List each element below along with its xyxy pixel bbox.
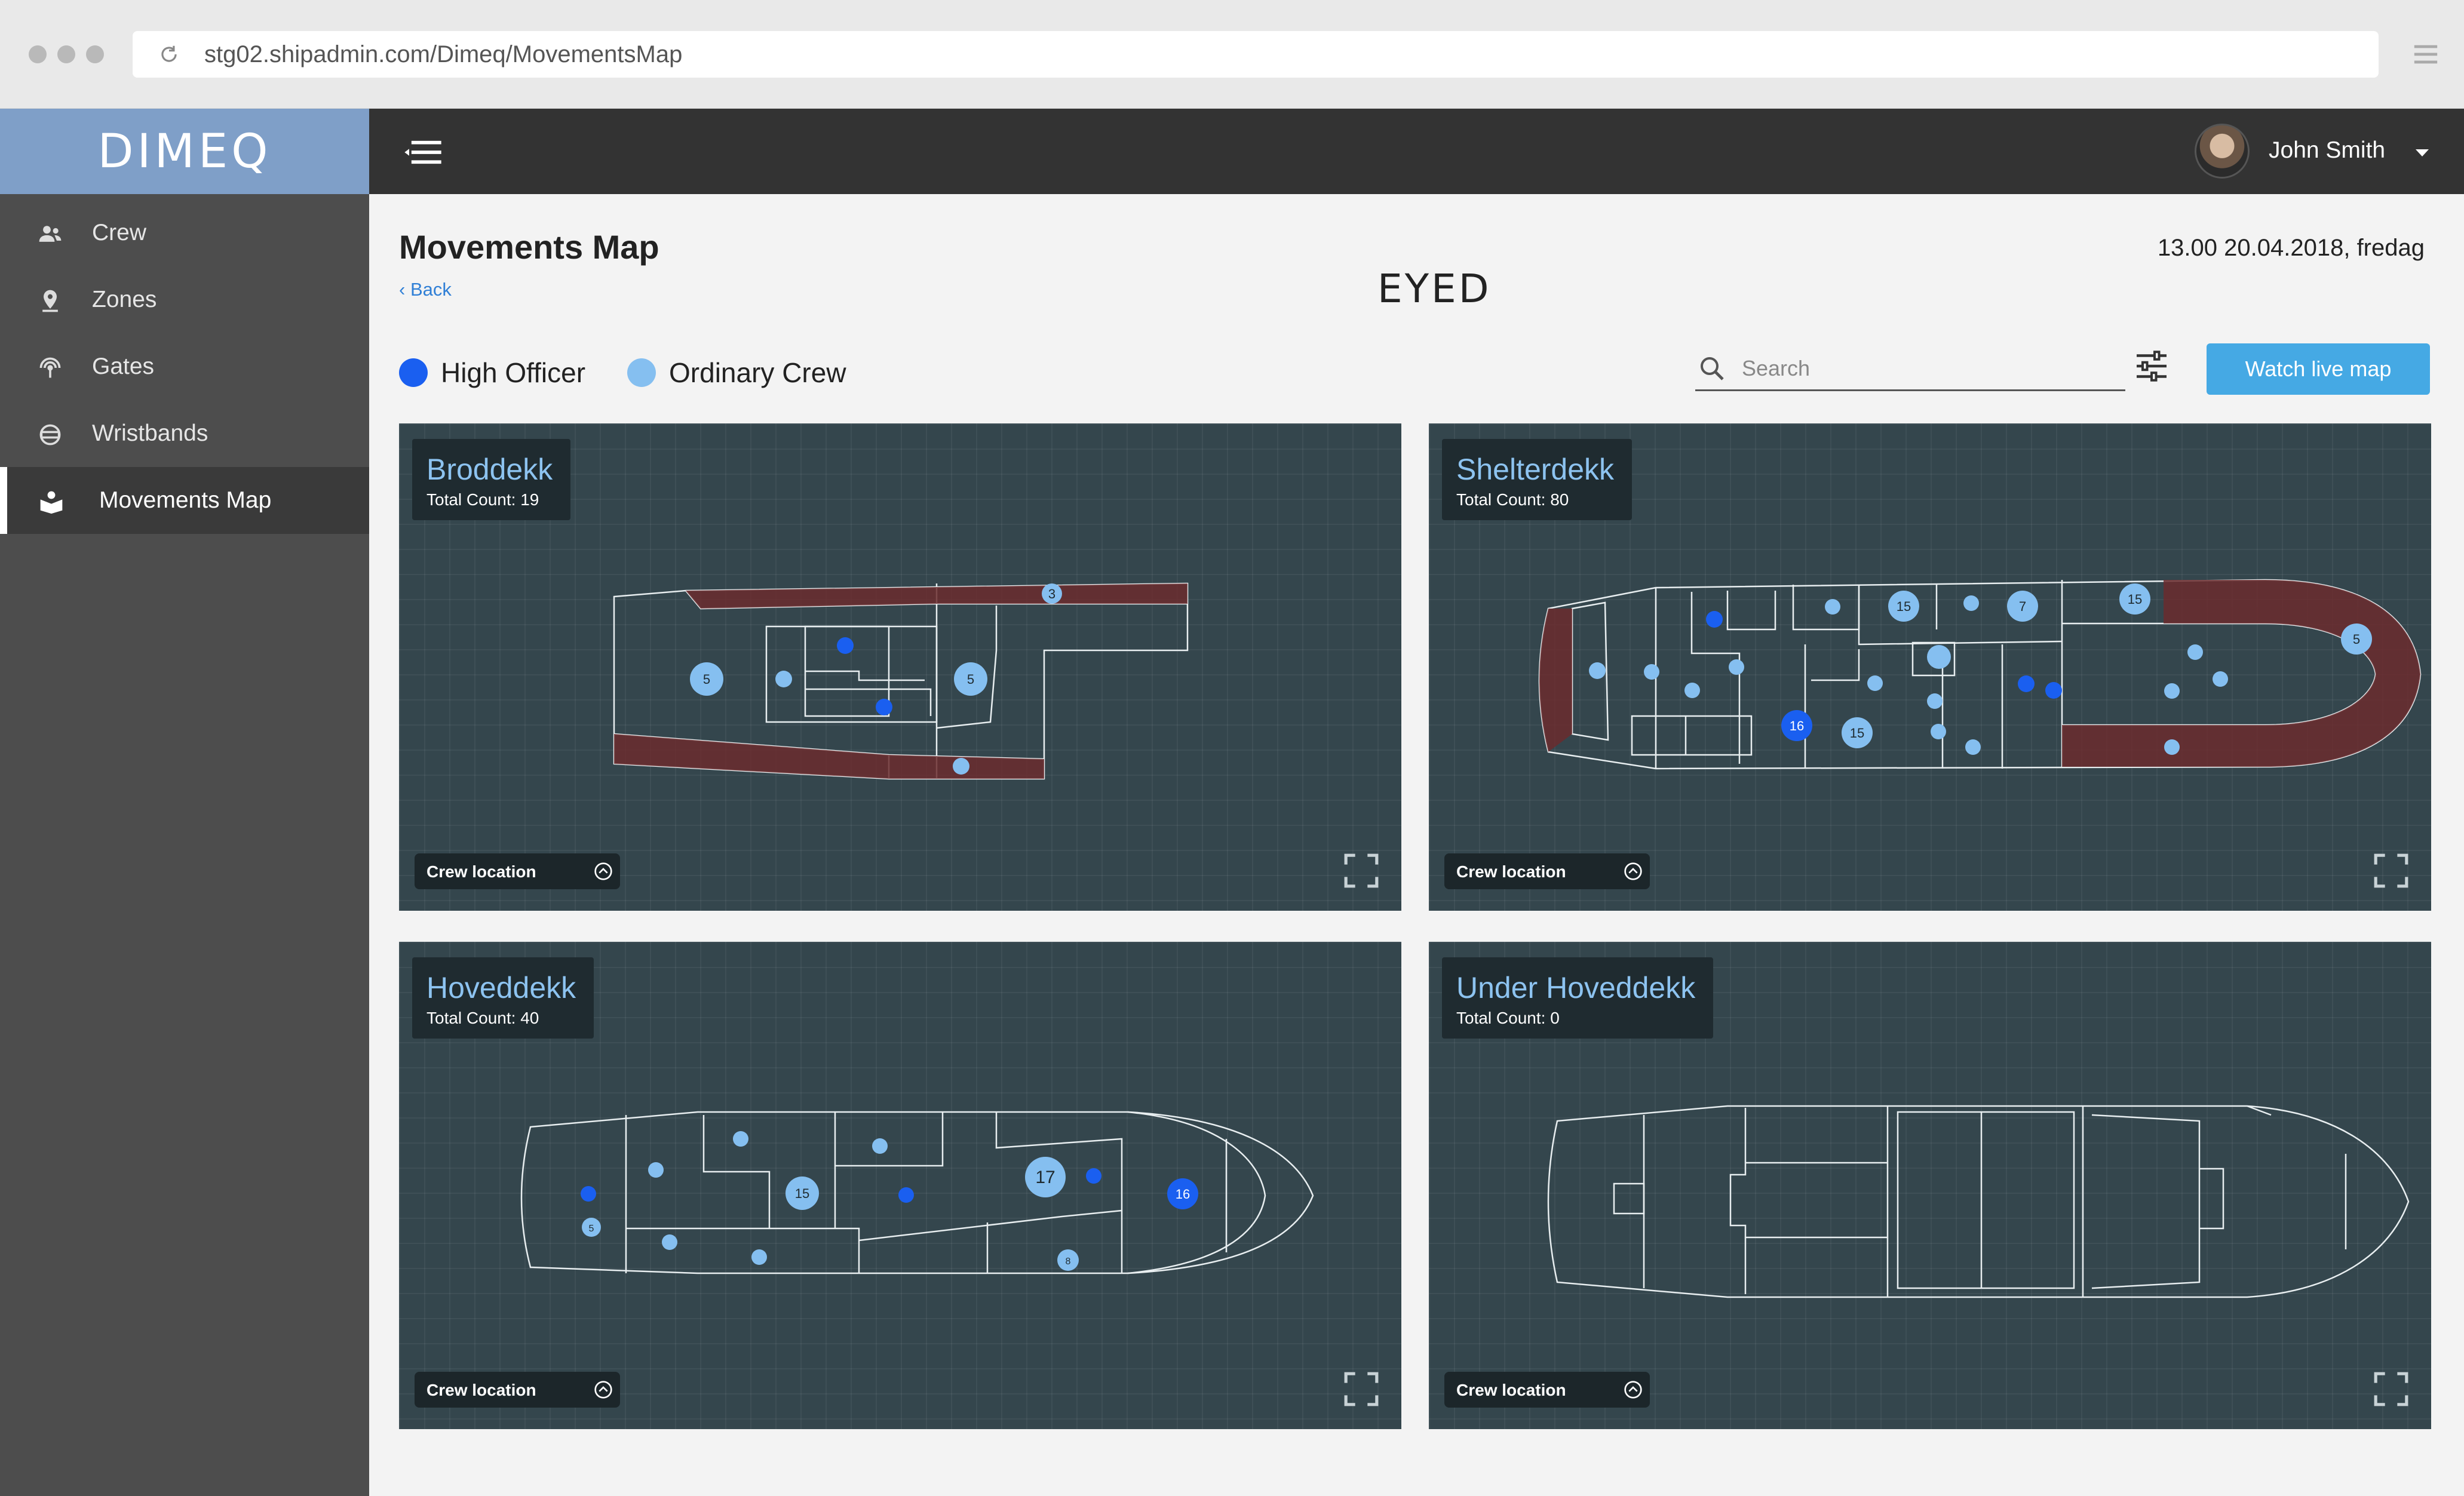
legend: High Officer Ordinary Crew (399, 357, 888, 389)
marker-count: 15 (2128, 592, 2142, 607)
deck-header: Broddekk Total Count: 19 (412, 439, 571, 520)
logo-text: EYED (1377, 266, 1492, 312)
signal-icon (39, 357, 61, 378)
deck-name: Broddekk (426, 453, 553, 486)
chevron-down-icon[interactable] (2416, 149, 2429, 156)
marker-count: 5 (967, 672, 974, 687)
reload-icon[interactable] (158, 43, 180, 66)
expand-icon[interactable] (2373, 852, 2410, 889)
window-close-dot[interactable] (29, 45, 47, 63)
deck-panel-hoveddekk[interactable]: 15 17 16 5 8 Hoveddekk Total Count: 40 C… (399, 942, 1401, 1429)
deck-header: Hoveddekk Total Count: 40 (412, 957, 594, 1039)
avatar[interactable] (2195, 124, 2250, 179)
window-minimize-dot[interactable] (57, 45, 75, 63)
deck-name: Hoveddekk (426, 971, 576, 1004)
marker-count: 7 (2019, 599, 2026, 614)
marker-count: 3 (1048, 586, 1055, 601)
map-book-icon (40, 491, 63, 514)
crew-location-toggle[interactable]: Crew location (415, 1372, 620, 1408)
crew-location-toggle[interactable]: Crew location (415, 853, 620, 889)
crew-location-label: Crew location (426, 1381, 536, 1399)
back-link[interactable]: ‹ Back (399, 279, 452, 300)
brand-logo[interactable]: DIMEQ (0, 109, 369, 194)
filter-sliders-icon[interactable] (2134, 348, 2170, 384)
deck-total-count: Total Count: 19 (426, 490, 539, 509)
marker-count: 5 (703, 672, 710, 687)
address-bar[interactable]: stg02.shipadmin.com/Dimeq/MovementsMap (133, 31, 2379, 78)
expand-icon[interactable] (1343, 1371, 1380, 1408)
deck-panel-under-hoveddekk[interactable]: Under Hoveddekk Total Count: 0 Crew loca… (1429, 942, 2431, 1429)
sidebar: DIMEQ Crew Zones Gates Wristbands Moveme… (0, 109, 369, 1496)
high-officer-dot (399, 358, 428, 387)
sidebar-item-movements-map[interactable]: Movements Map (0, 467, 369, 534)
browser-menu-icon[interactable] (2412, 41, 2440, 68)
menu-toggle-icon[interactable] (404, 139, 442, 166)
user-name[interactable]: John Smith (2269, 137, 2385, 164)
window-maximize-dot[interactable] (86, 45, 104, 63)
chevron-up-circle-icon (594, 862, 612, 880)
eyed-logo: EYED (1377, 266, 1492, 312)
deck-header: Shelterdekk Total Count: 80 (1442, 439, 1633, 520)
chevron-up-circle-icon (1624, 862, 1642, 880)
date-time: 13.00 20.04.2018, fredag (2157, 235, 2425, 261)
deck-panel-shelterdekk[interactable]: 15 15 7 5 16 15 Shelterdekk Total Count:… (1429, 423, 2431, 911)
wristband-icon (39, 424, 61, 446)
sidebar-item-label: Movements Map (99, 487, 272, 513)
crew-location-toggle[interactable]: Crew location (1444, 853, 1650, 889)
browser-toolbar: stg02.shipadmin.com/Dimeq/MovementsMap (0, 0, 2464, 109)
chevron-up-circle-icon (594, 1381, 612, 1399)
users-icon (39, 226, 62, 242)
app-header: John Smith (369, 109, 2464, 194)
main-content: Movements Map ‹ Back EYED 13.00 20.04.20… (369, 194, 2464, 1496)
sidebar-item-label: Zones (92, 287, 157, 312)
brand-name: DIMEQ (97, 124, 272, 179)
legend-high-officer: High Officer (441, 357, 586, 388)
marker-count: 5 (2353, 632, 2360, 647)
search-box (1695, 347, 2125, 391)
search-icon (1701, 357, 1724, 380)
chevron-up-circle-icon (1624, 1381, 1642, 1399)
sidebar-item-label: Wristbands (92, 420, 208, 446)
marker-count: 16 (1176, 1187, 1190, 1202)
deck-total-count: Total Count: 80 (1456, 490, 1569, 509)
marker-count: 16 (1790, 718, 1804, 733)
expand-icon[interactable] (1343, 852, 1380, 889)
sidebar-item-gates[interactable]: Gates (0, 333, 369, 400)
expand-icon[interactable] (2373, 1371, 2410, 1408)
deck-header: Under Hoveddekk Total Count: 0 (1442, 957, 1714, 1039)
sidebar-item-zones[interactable]: Zones (0, 266, 369, 333)
crew-location-label: Crew location (1456, 1381, 1566, 1399)
back-link-label: Back (410, 279, 452, 300)
marker-count: 17 (1035, 1168, 1055, 1187)
page-title: Movements Map (399, 228, 659, 266)
marker-count: 15 (795, 1186, 809, 1201)
marker-count: 8 (1066, 1257, 1071, 1267)
sidebar-item-wristbands[interactable]: Wristbands (0, 400, 369, 467)
deck-total-count: Total Count: 0 (1456, 1009, 1560, 1027)
chevron-left-icon: ‹ (399, 279, 410, 300)
marker-count: 5 (589, 1224, 594, 1234)
search-input[interactable] (1742, 353, 2112, 384)
legend-ordinary-crew: Ordinary Crew (669, 357, 846, 388)
marker-count: 15 (1850, 726, 1864, 741)
ordinary-crew-dot (627, 358, 656, 387)
map-pin-icon (42, 290, 58, 312)
crew-location-label: Crew location (1456, 862, 1566, 881)
marker-count: 15 (1897, 599, 1911, 614)
deck-name: Shelterdekk (1456, 453, 1615, 486)
crew-location-toggle[interactable]: Crew location (1444, 1372, 1650, 1408)
deck-total-count: Total Count: 40 (426, 1009, 539, 1027)
url-text: stg02.shipadmin.com/Dimeq/MovementsMap (204, 41, 683, 67)
sidebar-item-label: Gates (92, 354, 155, 379)
sidebar-item-label: Crew (92, 220, 147, 245)
crew-location-label: Crew location (426, 862, 536, 881)
deck-name: Under Hoveddekk (1456, 971, 1696, 1004)
sidebar-item-crew[interactable]: Crew (0, 199, 369, 266)
watch-live-map-button[interactable]: Watch live map (2207, 343, 2430, 395)
deck-panel-broddekk[interactable]: 3 5 5 Broddekk Total Count: 19 Crew loca… (399, 423, 1401, 911)
